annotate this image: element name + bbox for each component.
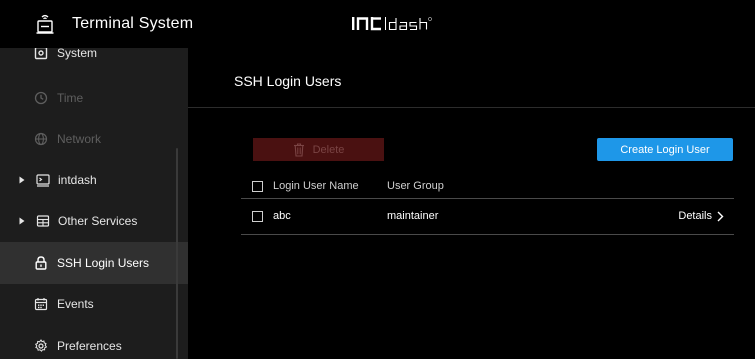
select-all-checkbox[interactable] [252,181,263,192]
sidebar-item-label: Time [57,91,84,105]
caret-right-icon [19,217,25,225]
trash-icon [293,142,304,157]
sidebar-item-network[interactable]: Network [0,118,188,160]
delete-button[interactable]: Delete [253,138,384,161]
sidebar-scrollbar[interactable] [176,148,178,359]
sidebar-item-label: Preferences [57,339,122,353]
sidebar-item-other-services[interactable]: Other Services [0,200,188,242]
sidebar-item-ssh-login-users[interactable]: SSH Login Users [0,242,188,284]
title-divider [188,107,755,108]
sidebar-item-events[interactable]: Events [0,283,188,325]
clock-icon [34,91,48,105]
table-header: Login User Name User Group [241,174,734,199]
details-label: Details [678,210,712,222]
calendar-icon [34,298,48,311]
terminal-icon [36,174,50,187]
sidebar-item-label: Events [57,297,94,311]
column-header-login-user-name: Login User Name [273,180,359,192]
row-checkbox[interactable] [252,211,263,222]
sidebar-item-label: Other Services [58,214,138,228]
sidebar-item-label: Network [57,132,102,146]
login-users-table: Login User Name User Group abc maintaine… [241,174,734,235]
column-header-user-group: User Group [387,180,444,192]
caret-right-icon [19,176,25,184]
chevron-right-icon [717,211,724,221]
intdash-logo [352,16,462,32]
main-content: SSH Login Users Delete Create Login User… [188,48,755,359]
lock-icon [35,256,47,270]
sidebar-item-system[interactable]: System [0,48,188,74]
app-title: Terminal System [72,15,194,32]
globe-icon [34,132,48,146]
sidebar-item-time[interactable]: Time [0,77,188,119]
sidebar-item-intdash[interactable]: intdash [0,159,188,201]
terminal-device-icon [36,14,54,34]
sidebar: System Time Network intdash Other Servic… [0,48,188,359]
page-title: SSH Login Users [234,73,342,89]
cell-login-user-name: abc [273,210,291,222]
services-icon [36,215,50,227]
table-row: abc maintainer Details [241,199,734,235]
delete-button-label: Delete [312,143,345,156]
sidebar-item-label: SSH Login Users [57,256,150,270]
intdash-logo-mark [352,17,432,31]
system-icon [34,48,48,60]
cell-user-group: maintainer [387,210,439,222]
sidebar-item-label: System [57,48,98,60]
top-bar: Terminal System [0,0,755,48]
sidebar-item-label: intdash [58,173,97,187]
brand: Terminal System [34,13,193,35]
sidebar-item-preferences[interactable]: Preferences [0,325,188,359]
create-login-user-button[interactable]: Create Login User [597,138,733,161]
details-link[interactable]: Details [678,210,724,222]
gear-icon [34,339,48,352]
